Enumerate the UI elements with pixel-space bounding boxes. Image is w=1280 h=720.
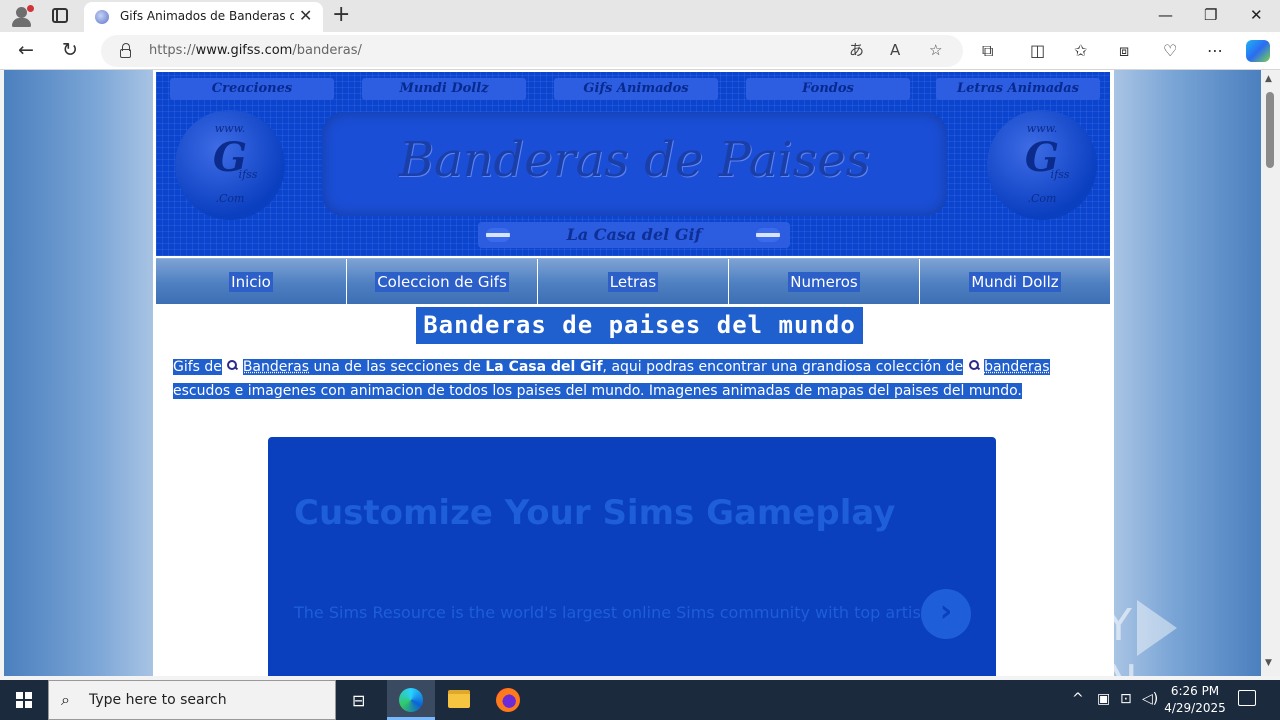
page-viewport: Creaciones Mundi Dollz Gifs Animados Fon… — [4, 70, 1261, 676]
flag-icon — [756, 228, 780, 242]
anyrun-watermark: ANYRUN — [1040, 600, 1261, 676]
intro-paragraph: Gifs de Banderas una de las secciones de… — [173, 359, 1050, 399]
more-menu-icon[interactable]: ⋯ — [1207, 41, 1223, 61]
nav-item-letras[interactable]: Letras — [538, 259, 729, 304]
flag-icon — [486, 228, 510, 242]
favorite-star-icon[interactable]: ☆ — [929, 40, 942, 60]
keyword-link-banderas-2[interactable]: banderas — [984, 359, 1050, 375]
site-logo-left[interactable]: www. G ifss .Com — [175, 110, 285, 220]
task-view-icon[interactable]: ⊟ — [352, 691, 365, 710]
favorites-icon[interactable]: ✩ — [1074, 41, 1087, 61]
banner-link-mundi-dollz[interactable]: Mundi Dollz — [362, 78, 526, 100]
extensions-icon[interactable]: ⧉ — [982, 41, 993, 61]
page-heading: Banderas de paises del mundo — [416, 307, 863, 344]
profile-icon[interactable] — [10, 4, 34, 28]
nav-item-coleccion[interactable]: Coleccion de Gifs — [347, 259, 538, 304]
firefox-taskbar-button[interactable] — [484, 680, 532, 720]
split-screen-icon[interactable]: ◫ — [1030, 41, 1045, 61]
tray-chevron-icon[interactable]: ^ — [1072, 691, 1084, 707]
performance-icon[interactable]: ♡ — [1163, 41, 1177, 61]
site-favicon-icon — [95, 10, 109, 24]
tab-strip: Gifs Animados de Banderas del Mundo ✕ + … — [0, 0, 1280, 32]
search-magnifier-icon[interactable] — [967, 359, 980, 373]
collections-icon[interactable]: ⧈ — [1119, 41, 1129, 61]
refresh-icon[interactable]: ↻ — [62, 39, 78, 61]
ad-description: The Sims Resource is the world's largest… — [294, 603, 941, 622]
scroll-down-icon[interactable]: ▼ — [1265, 658, 1272, 668]
banner-link-fondos[interactable]: Fondos — [746, 78, 910, 100]
new-tab-button[interactable]: + — [332, 2, 350, 28]
copilot-icon[interactable] — [1246, 40, 1270, 62]
windows-start-icon[interactable] — [16, 692, 32, 708]
edge-icon — [399, 688, 423, 712]
site-logo-right[interactable]: www. G ifss .Com — [987, 110, 1097, 220]
banner-link-letras-animadas[interactable]: Letras Animadas — [936, 78, 1100, 100]
address-bar[interactable]: https://www.gifss.com/banderas/ あ A ☆ — [101, 35, 963, 67]
ad-arrow-button[interactable]: › — [921, 589, 971, 639]
network-icon[interactable]: ⊡ — [1120, 691, 1132, 707]
tray-device-icon[interactable]: ▣ — [1097, 691, 1110, 707]
volume-icon[interactable]: ◁) — [1142, 691, 1158, 707]
notification-icon[interactable] — [1238, 690, 1256, 706]
search-icon: ⌕ — [61, 690, 70, 709]
banner-title-plate: Banderas de Paises — [322, 112, 947, 216]
clock-time: 6:26 PM — [1170, 684, 1220, 698]
banner-link-gifs-animados[interactable]: Gifs Animados — [554, 78, 718, 100]
scroll-up-icon[interactable]: ▲ — [1265, 74, 1272, 84]
background-left — [4, 70, 154, 676]
page-content: Creaciones Mundi Dollz Gifs Animados Fon… — [153, 70, 1114, 676]
taskbar-search[interactable]: ⌕ Type here to search — [48, 680, 336, 720]
system-clock[interactable]: 6:26 PM 4/29/2025 — [1160, 683, 1230, 717]
lock-icon[interactable] — [120, 43, 131, 58]
banner-subtitle: La Casa del Gif — [478, 222, 790, 248]
banner-link-creaciones[interactable]: Creaciones — [170, 78, 334, 100]
back-icon[interactable]: ← — [18, 39, 34, 61]
clock-date: 4/29/2025 — [1164, 701, 1226, 715]
keyword-link-banderas[interactable]: Banderas — [242, 359, 310, 375]
scroll-thumb[interactable] — [1266, 92, 1274, 168]
tab-title: Gifs Animados de Banderas del Mundo — [120, 9, 294, 23]
tab-close-icon[interactable]: ✕ — [299, 7, 312, 25]
read-aloud-icon[interactable]: A — [890, 40, 900, 60]
url-text[interactable]: https://www.gifss.com/banderas/ — [149, 43, 362, 58]
taskbar-search-placeholder: Type here to search — [89, 692, 227, 708]
ad-headline[interactable]: Customize Your Sims Gameplay — [294, 493, 895, 533]
header-banner: Creaciones Mundi Dollz Gifs Animados Fon… — [156, 72, 1110, 256]
advertisement[interactable]: Customize Your Sims Gameplay The Sims Re… — [268, 437, 996, 676]
windows-taskbar: ⌕ Type here to search ⊟ ^ ▣ ⊡ ◁) 6:26 PM… — [0, 680, 1280, 720]
banner-title: Banderas de Paises — [398, 132, 871, 188]
minimize-button[interactable]: — — [1158, 5, 1173, 25]
nav-item-numeros[interactable]: Numeros — [729, 259, 920, 304]
firefox-icon — [496, 688, 520, 712]
site-name-bold: La Casa del Gif — [485, 359, 603, 375]
address-toolbar: ← ↻ https://www.gifss.com/banderas/ あ A … — [0, 32, 1280, 70]
vertical-scrollbar[interactable]: ▲ ▼ — [1261, 70, 1280, 676]
nav-item-inicio[interactable]: Inicio — [156, 259, 347, 304]
folder-icon — [448, 690, 470, 708]
close-window-button[interactable]: ✕ — [1250, 5, 1263, 25]
translate-icon[interactable]: あ — [849, 40, 864, 60]
edge-taskbar-button[interactable] — [387, 680, 435, 720]
file-explorer-taskbar-button[interactable] — [435, 680, 483, 720]
search-magnifier-icon[interactable] — [226, 359, 239, 373]
tab-actions-icon[interactable] — [52, 8, 68, 23]
background-right — [1114, 70, 1261, 676]
nav-item-mundi-dollz[interactable]: Mundi Dollz — [920, 259, 1110, 304]
main-nav: Inicio Coleccion de Gifs Letras Numeros … — [156, 258, 1110, 304]
restore-button[interactable]: ❐ — [1204, 5, 1217, 25]
tab-active[interactable]: Gifs Animados de Banderas del Mundo ✕ — [84, 2, 323, 32]
